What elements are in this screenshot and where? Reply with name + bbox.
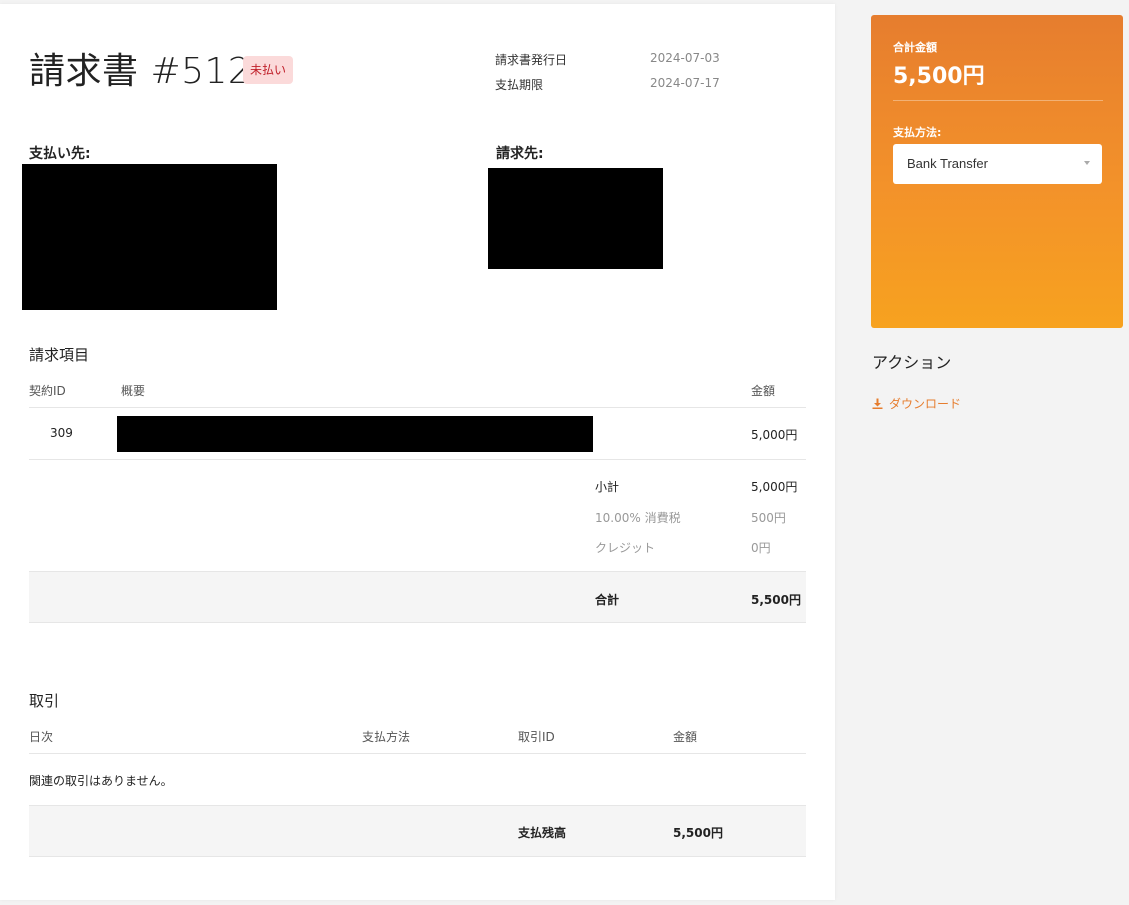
tx-header-amount: 金額: [673, 730, 698, 744]
tx-header-id: 取引ID: [518, 730, 555, 744]
issue-date-label: 請求書発行日: [495, 53, 568, 67]
payment-method-value: Bank Transfer: [907, 156, 988, 171]
due-date-value: 2024-07-17: [650, 76, 720, 90]
divider: [29, 407, 806, 408]
bill-to-address-redacted: [488, 168, 663, 269]
balance-label: 支払残高: [518, 826, 567, 840]
items-header-description: 概要: [121, 384, 146, 398]
summary-total-label: 合計金額: [893, 41, 937, 54]
invoice-card: [0, 4, 835, 900]
chevron-down-icon: [1084, 161, 1090, 165]
payment-method-label: 支払方法:: [893, 126, 942, 139]
divider: [29, 459, 806, 460]
total-label: 合計: [595, 593, 620, 607]
divider: [29, 753, 806, 754]
tx-header-date: 日次: [29, 730, 54, 744]
tax-label: 10.00% 消費税: [595, 511, 681, 525]
balance-value: 5,500円: [673, 826, 723, 840]
item-contract-id: 309: [50, 426, 73, 440]
page-title: 請求書 #512: [29, 51, 252, 92]
payment-method-select[interactable]: Bank Transfer: [893, 144, 1102, 184]
items-header-contract-id: 契約ID: [29, 384, 66, 398]
bill-to-label: 請求先:: [496, 146, 544, 162]
summary-panel: 合計金額 5,500円 支払方法: Bank Transfer: [871, 15, 1123, 328]
download-link[interactable]: ダウンロード: [872, 395, 961, 412]
issue-date-value: 2024-07-03: [650, 51, 720, 65]
subtotal-label: 小計: [595, 480, 620, 494]
items-section-title: 請求項目: [29, 346, 90, 364]
item-amount: 5,000円: [751, 428, 798, 442]
divider: [893, 100, 1103, 101]
status-badge: 未払い: [243, 56, 293, 84]
download-icon: [872, 398, 883, 409]
actions-title: アクション: [872, 353, 952, 372]
items-header-amount: 金額: [751, 384, 776, 398]
pay-to-label: 支払い先:: [29, 146, 91, 162]
credit-value: 0円: [751, 541, 771, 555]
credit-label: クレジット: [595, 541, 656, 555]
download-label: ダウンロード: [889, 397, 962, 411]
due-date-label: 支払期限: [495, 78, 544, 92]
total-value: 5,500円: [751, 593, 801, 607]
transactions-section-title: 取引: [29, 692, 60, 710]
summary-total-value: 5,500円: [893, 64, 985, 89]
pay-to-address-redacted: [22, 164, 277, 310]
tx-empty-message: 関連の取引はありません。: [29, 774, 173, 788]
tax-value: 500円: [751, 511, 786, 525]
subtotal-value: 5,000円: [751, 480, 798, 494]
tx-header-method: 支払方法: [362, 730, 411, 744]
item-description-redacted: [117, 416, 593, 452]
total-row: [29, 571, 806, 623]
